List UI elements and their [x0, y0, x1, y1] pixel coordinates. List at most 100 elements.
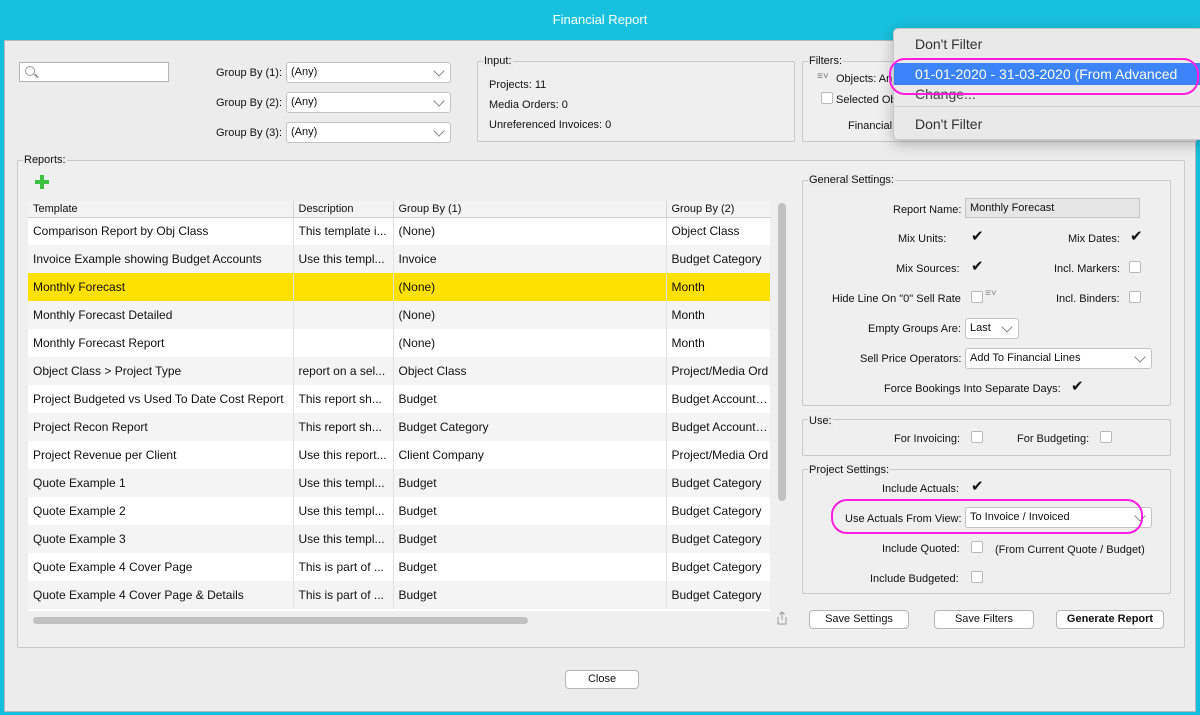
table-row[interactable]: Quote Example 2 Use this templ... Budget Bu…: [28, 497, 770, 525]
cell-group-by-1: Object Class: [393, 357, 667, 385]
horizontal-scrollbar[interactable]: [33, 617, 528, 624]
sell-price-operators-value: Add To Financial Lines: [970, 352, 1081, 364]
cell-template: Monthly Forecast Detailed: [28, 301, 294, 329]
group-by-2-select[interactable]: (Any): [286, 92, 451, 113]
chevron-down-icon: [1001, 321, 1013, 333]
cell-template: Quote Example 2: [28, 497, 294, 525]
table-row[interactable]: Quote Example 1 Use this templ... Budget Bu…: [28, 469, 770, 497]
group-by-3-value: (Any): [291, 126, 318, 138]
sell-price-operators-select[interactable]: Add To Financial Lines: [965, 348, 1152, 369]
cell-group-by-1: Budget Category: [393, 413, 667, 441]
table-row[interactable]: Quote Example 4 Cover Page & Details This…: [28, 581, 770, 609]
force-bookings-checkbox[interactable]: ✔: [1071, 379, 1084, 394]
incl-binders-checkbox[interactable]: [1129, 291, 1141, 303]
group-by-2-value: (Any): [291, 96, 318, 108]
for-budgeting-checkbox[interactable]: [1100, 431, 1112, 443]
menu-item-dont-filter[interactable]: Don't Filter: [894, 33, 1200, 55]
save-filters-button[interactable]: Save Filters: [934, 610, 1034, 629]
hide-line-zero-sell-rate-checkbox[interactable]: [971, 291, 983, 303]
cell-group-by-1: (None): [393, 273, 667, 301]
column-header-description[interactable]: Description: [293, 201, 394, 218]
include-budgeted-checkbox[interactable]: [971, 571, 983, 583]
cell-template: Quote Example 1: [28, 469, 294, 497]
mix-sources-checkbox[interactable]: ✔: [971, 259, 984, 274]
cell-group-by-2: Budget Category: [666, 581, 770, 609]
cell-group-by-2: Month: [666, 301, 770, 329]
close-button[interactable]: Close: [565, 670, 639, 689]
unreferenced-invoices-count: Unreferenced Invoices: 0: [489, 119, 612, 131]
group-by-1-select[interactable]: (Any): [286, 62, 451, 83]
filter-list-icon[interactable]: ≡˅: [817, 71, 829, 82]
table-row[interactable]: Object Class > Project Type report on a s…: [28, 357, 770, 385]
cell-template: Monthly Forecast Report: [28, 329, 294, 357]
cell-group-by-1: (None): [393, 217, 667, 245]
incl-markers-label: Incl. Markers:: [1054, 263, 1121, 275]
cell-template: Object Class > Project Type: [28, 357, 294, 385]
cell-group-by-2: Month: [666, 329, 770, 357]
cell-group-by-2: Object Class: [666, 217, 770, 245]
empty-groups-select[interactable]: Last: [965, 318, 1019, 339]
table-row[interactable]: Project Budgeted vs Used To Date Cost Re…: [28, 385, 770, 413]
cell-description: [293, 329, 394, 357]
cell-description: This template i...: [293, 217, 394, 245]
table-row[interactable]: Quote Example 3 Use this templ... Budget Bu…: [28, 525, 770, 553]
cell-template: Invoice Example showing Budget Accounts: [28, 245, 294, 273]
table-row[interactable]: Comparison Report by Obj Class This templ…: [28, 217, 770, 245]
table-row[interactable]: Project Revenue per Client Use this repor…: [28, 441, 770, 469]
cell-group-by-1: Budget: [393, 581, 667, 609]
cell-template: Quote Example 3: [28, 525, 294, 553]
incl-markers-checkbox[interactable]: [1129, 261, 1141, 273]
menu-separator: [894, 106, 1200, 107]
column-header-group-by-1[interactable]: Group By (1): [393, 201, 667, 218]
group-by-3-select[interactable]: (Any): [286, 122, 451, 143]
table-row[interactable]: Monthly Forecast Detailed (None) Month: [28, 301, 770, 329]
cell-group-by-1: Budget: [393, 553, 667, 581]
group-by-1-label: Group By (1):: [216, 67, 283, 79]
export-icon[interactable]: [776, 611, 788, 625]
table-row[interactable]: Project Recon Report This report sh... Bud…: [28, 413, 770, 441]
include-quoted-note: (From Current Quote / Budget): [995, 544, 1145, 556]
include-quoted-checkbox[interactable]: [971, 541, 983, 553]
column-header-group-by-2[interactable]: Group By (2): [666, 201, 770, 218]
reports-table[interactable]: Template Description Group By (1) Group …: [28, 201, 770, 611]
for-invoicing-checkbox[interactable]: [971, 431, 983, 443]
chevron-down-icon: [433, 65, 445, 77]
reports-title: Reports:: [23, 154, 67, 166]
cell-template: Quote Example 4 Cover Page & Details: [28, 581, 294, 609]
menu-item-dont-filter-2[interactable]: Don't Filter: [894, 113, 1200, 135]
table-row[interactable]: Invoice Example showing Budget Accounts U…: [28, 245, 770, 273]
cell-description: Use this templ...: [293, 497, 394, 525]
report-name-field[interactable]: Monthly Forecast: [965, 198, 1140, 218]
add-report-button[interactable]: [35, 175, 49, 189]
projects-count: Projects: 11: [489, 79, 547, 91]
cell-group-by-2: Budget Category: [666, 553, 770, 581]
table-row[interactable]: Monthly Forecast Report (None) Month: [28, 329, 770, 357]
cell-group-by-2: Month: [666, 273, 770, 301]
financial-report-window: Group By (1): (Any) Group By (2): (Any) …: [4, 40, 1197, 712]
include-quoted-label: Include Quoted:: [882, 543, 960, 555]
selected-objects-checkbox[interactable]: [821, 92, 833, 104]
include-actuals-checkbox[interactable]: ✔: [971, 479, 984, 494]
cell-group-by-1: Budget: [393, 497, 667, 525]
group-by-1-value: (Any): [291, 66, 318, 78]
cell-description: Use this templ...: [293, 245, 394, 273]
table-row[interactable]: Monthly Forecast (None) Month: [28, 273, 770, 301]
force-bookings-label: Force Bookings Into Separate Days:: [884, 383, 1061, 395]
mix-units-checkbox[interactable]: ✔: [971, 229, 984, 244]
mix-dates-label: Mix Dates:: [1068, 233, 1120, 245]
report-name-label: Report Name:: [893, 204, 962, 216]
filter-list-icon[interactable]: ≡˅: [985, 288, 997, 299]
generate-report-button[interactable]: Generate Report: [1056, 610, 1164, 629]
cell-description: This is part of ...: [293, 581, 394, 609]
cell-group-by-2: Budget Account (N: [666, 413, 770, 441]
vertical-scrollbar[interactable]: [778, 203, 786, 501]
search-input[interactable]: [19, 62, 169, 82]
cell-group-by-1: (None): [393, 329, 667, 357]
cell-description: report on a sel...: [293, 357, 394, 385]
use-title: Use:: [808, 415, 833, 427]
column-header-template[interactable]: Template: [28, 201, 294, 218]
chevron-down-icon: [433, 95, 445, 107]
table-row[interactable]: Quote Example 4 Cover Page This is part o…: [28, 553, 770, 581]
save-settings-button[interactable]: Save Settings: [809, 610, 909, 629]
mix-dates-checkbox[interactable]: ✔: [1130, 229, 1143, 244]
